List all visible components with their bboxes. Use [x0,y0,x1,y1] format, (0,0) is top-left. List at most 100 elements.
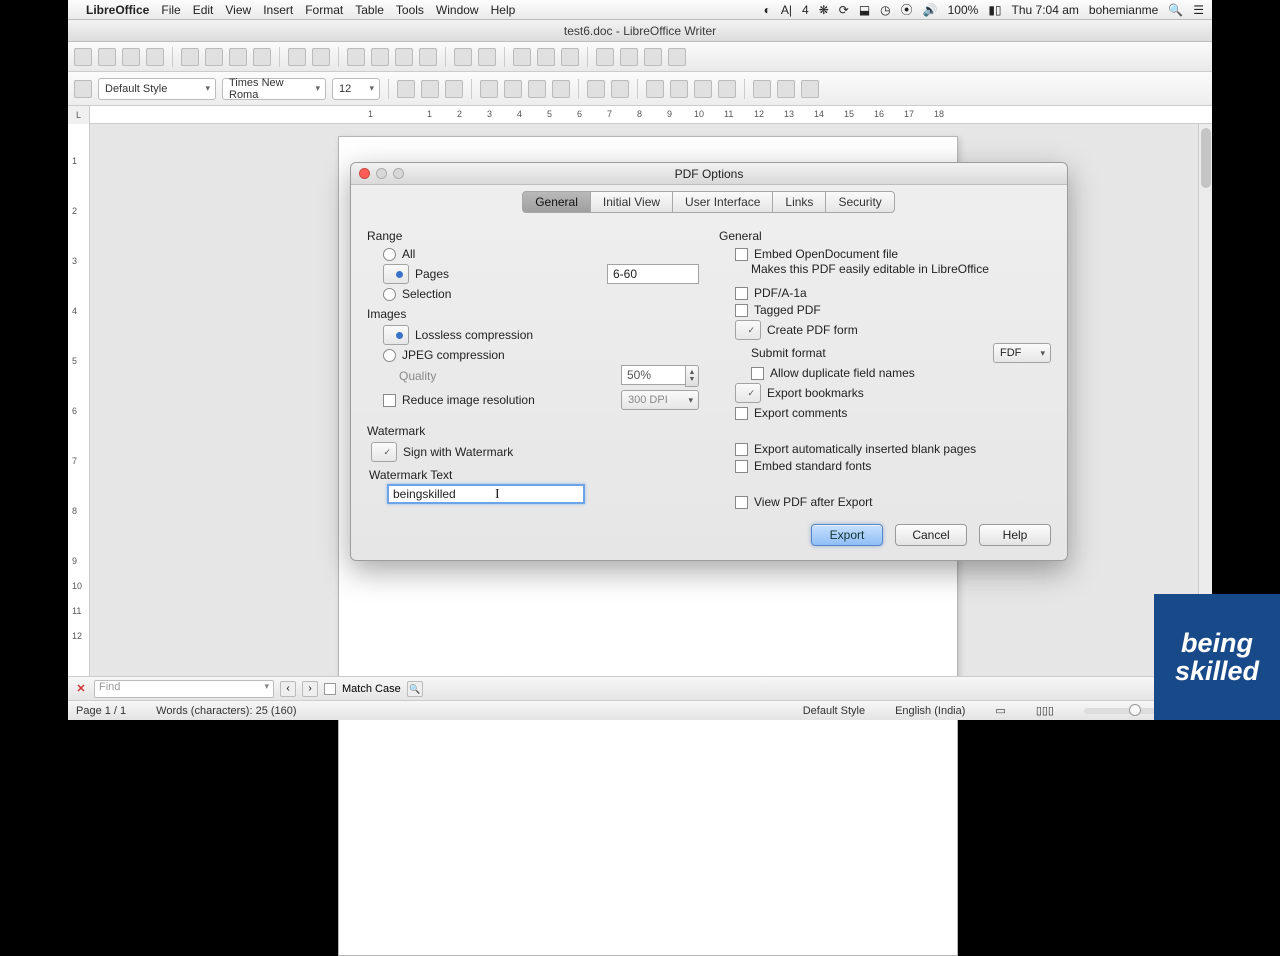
font-name-combo[interactable]: Times New Roma [222,78,326,100]
justify-icon[interactable] [552,80,570,98]
pdf-icon[interactable] [205,48,223,66]
zoom-knob[interactable] [1129,704,1141,716]
sign-watermark-checkbox[interactable] [371,442,397,462]
jpeg-radio[interactable] [383,349,396,362]
save-icon[interactable] [122,48,140,66]
dialog-titlebar[interactable]: PDF Options [351,163,1067,185]
status-style[interactable]: Default Style [803,705,865,717]
range-pages-radio[interactable] [383,264,409,284]
find-prev-icon[interactable]: ‹ [280,681,296,697]
bold-icon[interactable] [397,80,415,98]
status-words[interactable]: Words (characters): 25 (160) [156,705,296,717]
export-bookmarks-checkbox[interactable] [735,383,761,403]
email-icon[interactable] [146,48,164,66]
navigator-icon[interactable] [620,48,638,66]
print-icon[interactable] [229,48,247,66]
open-icon[interactable] [98,48,116,66]
menu-file[interactable]: File [161,3,180,17]
status-view-icons[interactable]: ▯▯▯ [1036,704,1054,717]
new-doc-icon[interactable] [74,48,92,66]
menu-edit[interactable]: Edit [193,3,214,17]
menu-view[interactable]: View [225,3,251,17]
export-button[interactable]: Export [811,524,883,546]
help-button[interactable]: Help [979,524,1051,546]
close-window-icon[interactable] [359,168,370,179]
blank-pages-checkbox[interactable] [735,443,748,456]
export-comments-checkbox[interactable] [735,407,748,420]
cut-icon[interactable] [347,48,365,66]
status-icon[interactable]: ◐ [764,3,771,17]
embed-fonts-checkbox[interactable] [735,460,748,473]
app-name[interactable]: LibreOffice [86,3,149,17]
show-draw-icon[interactable] [561,48,579,66]
reduce-resolution-checkbox[interactable] [383,394,396,407]
highlight-icon[interactable] [777,80,795,98]
italic-icon[interactable] [421,80,439,98]
user-name[interactable]: bohemianme [1089,3,1158,17]
spellcheck-icon[interactable] [288,48,306,66]
clock-icon[interactable]: ◷ [880,3,890,17]
status-icon[interactable]: 4 [802,3,809,17]
find-input[interactable]: Find [94,680,274,698]
spotlight-icon[interactable]: 🔍 [1168,3,1183,17]
match-case-checkbox[interactable] [324,683,336,695]
sync-icon[interactable]: ⟳ [839,3,849,17]
rtl-icon[interactable] [611,80,629,98]
bullet-list-icon[interactable] [670,80,688,98]
align-left-icon[interactable] [480,80,498,98]
range-selection-radio[interactable] [383,288,396,301]
tab-links[interactable]: Links [772,191,826,213]
clock-text[interactable]: Thu 7:04 am [1012,3,1079,17]
gallery-icon[interactable] [644,48,662,66]
status-icon[interactable]: A| [781,3,792,17]
evernote-icon[interactable]: ❋ [819,3,829,17]
find-all-icon[interactable]: 🔍 [407,681,423,697]
dropbox-icon[interactable]: ⬓ [859,3,870,17]
menu-format[interactable]: Format [305,3,343,17]
zoom-icon[interactable] [668,48,686,66]
cancel-button[interactable]: Cancel [895,524,967,546]
table-icon[interactable] [537,48,555,66]
tab-user-interface[interactable]: User Interface [672,191,773,213]
duplicate-names-checkbox[interactable] [751,367,764,380]
battery-icon[interactable]: ▮▯ [988,3,1001,17]
battery-percent[interactable]: 100% [948,3,979,17]
autospell-icon[interactable] [312,48,330,66]
find-next-icon[interactable]: › [302,681,318,697]
paragraph-style-combo[interactable]: Default Style [98,78,216,100]
submit-format-select[interactable]: FDF [993,343,1051,363]
menu-window[interactable]: Window [436,3,479,17]
bg-color-icon[interactable] [801,80,819,98]
horizontal-ruler[interactable]: L 1 1 2 3 4 5 6 7 8 9 10 11 12 13 14 15 … [68,106,1212,124]
close-find-icon[interactable]: ✕ [74,682,88,695]
format-paint-icon[interactable] [419,48,437,66]
status-page[interactable]: Page 1 / 1 [76,705,126,717]
align-right-icon[interactable] [528,80,546,98]
undo-icon[interactable] [454,48,472,66]
preview-icon[interactable] [253,48,271,66]
hyperlink-icon[interactable] [513,48,531,66]
redo-icon[interactable] [478,48,496,66]
underline-icon[interactable] [445,80,463,98]
range-pages-input[interactable] [607,264,699,284]
tab-security[interactable]: Security [825,191,894,213]
styles-icon[interactable] [74,80,92,98]
menu-tools[interactable]: Tools [396,3,424,17]
create-form-checkbox[interactable] [735,320,761,340]
dpi-select[interactable]: 300 DPI [621,390,699,410]
status-language[interactable]: English (India) [895,705,965,717]
align-center-icon[interactable] [504,80,522,98]
embed-odf-checkbox[interactable] [735,248,748,261]
view-after-export-checkbox[interactable] [735,496,748,509]
indent-icon[interactable] [718,80,736,98]
copy-icon[interactable] [371,48,389,66]
menu-table[interactable]: Table [355,3,384,17]
notification-icon[interactable]: ☰ [1193,3,1204,17]
menu-help[interactable]: Help [491,3,516,17]
tagged-pdf-checkbox[interactable] [735,304,748,317]
find-icon[interactable] [596,48,614,66]
menu-insert[interactable]: Insert [263,3,293,17]
tab-initial-view[interactable]: Initial View [590,191,673,213]
outdent-icon[interactable] [694,80,712,98]
edit-icon[interactable] [181,48,199,66]
